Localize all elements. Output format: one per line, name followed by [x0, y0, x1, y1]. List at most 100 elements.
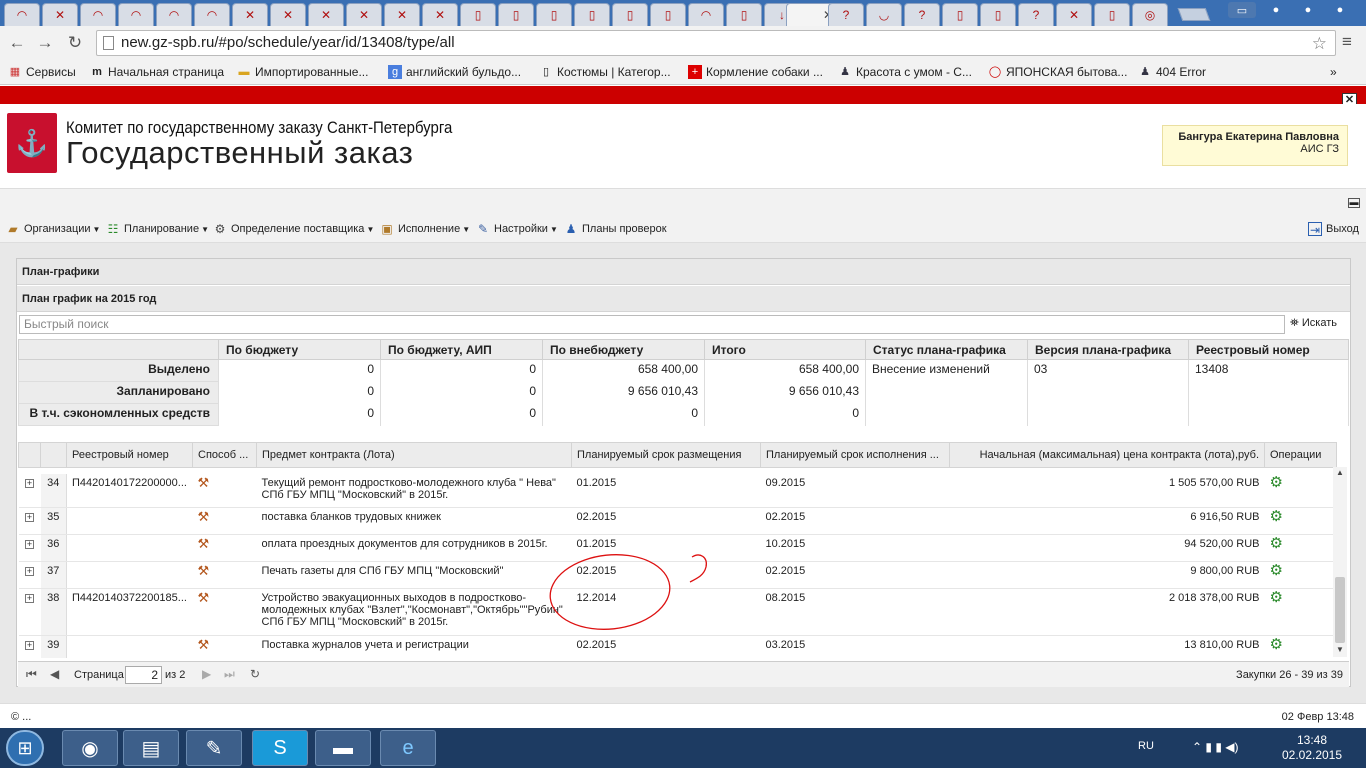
table-row[interactable]: + 36 ⚒ оплата проездных документов для с…: [18, 534, 1337, 562]
browser-tab[interactable]: ✕: [270, 3, 306, 26]
bookmark-beauty[interactable]: ♟ Красота с умом - С...: [838, 64, 972, 81]
browser-tab[interactable]: ?: [904, 3, 940, 26]
chrome-icon[interactable]: ◉: [62, 730, 118, 766]
browser-tab[interactable]: ✕: [1056, 3, 1092, 26]
monitor-icon[interactable]: ▤: [123, 730, 179, 766]
browser-tab[interactable]: ◠: [80, 3, 116, 26]
start-button[interactable]: ⊞: [6, 730, 44, 766]
browser-tab[interactable]: ?: [1018, 3, 1054, 26]
browser-tab[interactable]: ✕: [42, 3, 78, 26]
tray-icons[interactable]: ⌃ ▮ ▮ ◀): [1192, 740, 1239, 754]
browser-tab[interactable]: ✕: [384, 3, 420, 26]
maximize-icon[interactable]: ●: [1294, 2, 1322, 18]
browser-tab[interactable]: ▯: [942, 3, 978, 26]
browser-tab[interactable]: ▯: [980, 3, 1016, 26]
browser-tab[interactable]: ▯: [498, 3, 534, 26]
grid-scrollbar[interactable]: ▲ ▼: [1333, 467, 1347, 657]
page-input[interactable]: 2: [125, 666, 162, 684]
scrollbar-thumb[interactable]: [1335, 577, 1345, 643]
bookmark-404[interactable]: ♟ 404 Error: [1138, 64, 1206, 81]
table-row[interactable]: + 38 П4420140372200185... ⚒ Устройство э…: [18, 588, 1337, 636]
gear-icon[interactable]: ⚙: [1270, 474, 1283, 491]
minimize-icon[interactable]: ●: [1262, 2, 1290, 18]
tray-clock[interactable]: 13:48 02.02.2015: [1272, 733, 1352, 763]
bookmark-imported[interactable]: ▬ Импортированные...: [237, 64, 369, 81]
refresh-icon[interactable]: ↻: [250, 667, 260, 681]
menu-settings[interactable]: ✎ Настройки ▼: [476, 222, 558, 237]
browser-tab[interactable]: ▯: [1094, 3, 1130, 26]
browser-tab[interactable]: ✕: [422, 3, 458, 26]
collapse-icon[interactable]: ▬: [1348, 198, 1360, 208]
gear-icon[interactable]: ⚙: [1270, 508, 1283, 525]
browser-tab[interactable]: ✕: [232, 3, 268, 26]
browser-tab[interactable]: ▯: [574, 3, 610, 26]
bookmark-services[interactable]: ▦ Сервисы: [8, 64, 76, 81]
close-window-icon[interactable]: ●: [1326, 2, 1354, 18]
gear-icon[interactable]: ⚙: [1270, 589, 1283, 606]
menu-planning[interactable]: ☷ Планирование ▼: [106, 222, 209, 237]
next-page-icon[interactable]: ▶: [202, 667, 211, 681]
prev-page-icon[interactable]: ◀: [50, 667, 59, 681]
back-arrow-icon[interactable]: ←: [6, 32, 28, 54]
explorer-folder-icon[interactable]: ▬: [315, 730, 371, 766]
user-icon[interactable]: ▭: [1228, 2, 1256, 18]
expand-icon[interactable]: +: [25, 641, 34, 650]
browser-tab[interactable]: ▯: [612, 3, 648, 26]
wordpad-icon[interactable]: ✎: [186, 730, 242, 766]
expand-icon[interactable]: +: [25, 513, 34, 522]
gear-icon[interactable]: ⚙: [1270, 562, 1283, 579]
browser-tab[interactable]: ◡: [866, 3, 902, 26]
bookmark-costumes[interactable]: ▯ Костюмы | Категор...: [539, 64, 671, 81]
col-subject[interactable]: Предмет контракта (Лота): [256, 442, 572, 468]
browser-tab[interactable]: ▯: [726, 3, 762, 26]
col-placement[interactable]: Планируемый срок размещения: [571, 442, 761, 468]
menu-organizations[interactable]: ▰ Организации ▼: [6, 222, 100, 237]
logout-button[interactable]: ⇥ Выход: [1308, 222, 1359, 237]
browser-tab[interactable]: ◠: [4, 3, 40, 26]
gear-icon[interactable]: ⚙: [1270, 535, 1283, 552]
table-row[interactable]: + 37 ⚒ Печать газеты для СПб ГБУ МПЦ "Мо…: [18, 561, 1337, 589]
bookmark-bulldog[interactable]: g английский бульдо...: [388, 64, 521, 81]
col-method[interactable]: Способ ...: [192, 442, 257, 468]
bookmark-start-page[interactable]: m Начальная страница: [90, 64, 224, 81]
menu-inspection-plans[interactable]: ♟ Планы проверок: [564, 222, 667, 236]
coat-of-arms-logo[interactable]: ⚓: [7, 113, 57, 173]
col-execution[interactable]: Планируемый срок исполнения ...: [760, 442, 950, 468]
skype-icon[interactable]: S: [252, 730, 308, 766]
first-page-icon[interactable]: ⏮: [26, 667, 37, 682]
browser-tab[interactable]: ▯: [536, 3, 572, 26]
forward-arrow-icon[interactable]: →: [34, 32, 56, 54]
expand-icon[interactable]: +: [25, 478, 34, 488]
browser-tab[interactable]: ◎: [1132, 3, 1168, 26]
menu-icon[interactable]: ≡: [1342, 32, 1352, 52]
bookmark-japanese[interactable]: ◯ ЯПОНСКАЯ бытова...: [988, 64, 1128, 81]
expand-icon[interactable]: +: [25, 540, 34, 549]
table-row[interactable]: + 34 П4420140172200000... ⚒ Текущий ремо…: [18, 473, 1337, 508]
expand-icon[interactable]: +: [25, 567, 34, 576]
browser-tab[interactable]: ◠: [688, 3, 724, 26]
browser-tab[interactable]: ▯: [650, 3, 686, 26]
last-page-icon[interactable]: ⏭: [224, 667, 235, 682]
scroll-down-icon[interactable]: ▼: [1336, 645, 1344, 654]
col-reg-number[interactable]: Реестровый номер: [66, 442, 193, 468]
menu-supplier-selection[interactable]: ⚙ Определение поставщика ▼: [213, 222, 375, 237]
bookmarks-more[interactable]: »: [1330, 64, 1337, 81]
browser-tab[interactable]: ◠: [194, 3, 230, 26]
new-tab-button[interactable]: [1177, 8, 1211, 21]
bookmark-dog-feeding[interactable]: + Кормление собаки ...: [688, 64, 823, 81]
search-button[interactable]: ⛯ Искать: [1290, 317, 1337, 330]
browser-tab[interactable]: ✕: [308, 3, 344, 26]
col-price[interactable]: Начальная (максимальная) цена контракта …: [949, 442, 1265, 468]
browser-tab[interactable]: ◠: [156, 3, 192, 26]
language-indicator[interactable]: RU: [1138, 740, 1154, 752]
browser-tab[interactable]: ▯: [460, 3, 496, 26]
ie-icon[interactable]: e: [380, 730, 436, 766]
menu-execution[interactable]: ▣ Исполнение ▼: [380, 222, 470, 237]
address-bar[interactable]: new.gz-spb.ru/#po/schedule/year/id/13408…: [96, 30, 1336, 56]
search-input[interactable]: Быстрый поиск: [19, 315, 1285, 334]
table-row[interactable]: + 35 ⚒ поставка бланков трудовых книжек …: [18, 507, 1337, 535]
browser-tab[interactable]: ✕: [346, 3, 382, 26]
reload-icon[interactable]: ↻: [64, 32, 86, 54]
browser-tab[interactable]: ?: [828, 3, 864, 26]
table-row[interactable]: + 39 ⚒ Поставка журналов учета и регистр…: [18, 635, 1337, 658]
